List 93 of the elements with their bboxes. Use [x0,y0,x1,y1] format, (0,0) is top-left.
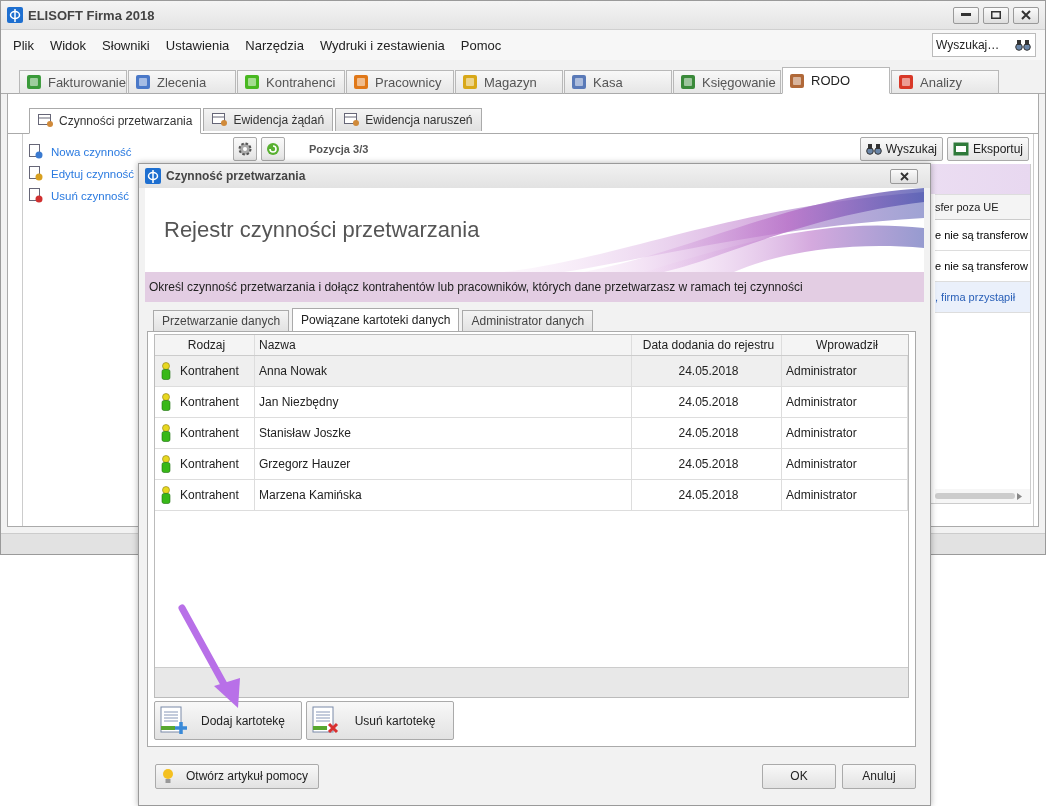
table-cell: Kontrahent [180,364,239,378]
sub-tab[interactable]: Czynności przetwarzania [29,108,202,134]
menu-item[interactable]: Plik [5,37,42,53]
module-tab[interactable]: Magazyn [455,70,563,94]
module-tab[interactable]: Zlecenia [128,70,236,94]
app-logo-icon [7,7,23,23]
menu-item[interactable]: Słowniki [94,37,158,53]
module-tab[interactable]: Księgowanie [673,70,781,94]
menu-item[interactable]: Ustawienia [157,37,238,53]
search-button[interactable]: Wyszukaj [859,137,943,161]
instruction-text: Określ czynność przetwarzania i dołącz kontrahentów lub pracowników, których dane przetwarzasz w ramach tej czynności [145,272,924,302]
table-cell: 24.05.2018 [632,418,782,448]
menu-item[interactable]: Pomoc [452,37,510,53]
table-cell: e nie są transferow [935,220,1030,251]
table-cell: Jan Niezbędny [255,387,632,417]
table-cell: 24.05.2018 [632,480,782,510]
column-header: Nazwa [255,335,632,355]
table-cell: Administrator [782,387,908,417]
menu-item[interactable]: Widok [41,37,95,53]
table-cell: Administrator [782,356,908,386]
dialog-heading: Rejestr czynności przetwarzania [163,217,480,243]
settings-button[interactable] [233,137,257,161]
app-logo-icon [145,168,161,184]
add-document-icon [159,705,189,736]
export-button[interactable]: Eksportuj [946,137,1029,161]
table-cell: 24.05.2018 [632,356,782,386]
scroll-right-icon [1017,492,1022,500]
column-header: Rodzaj [155,335,255,355]
add-record-button[interactable]: Dodaj kartotekę [154,701,302,740]
table-row[interactable]: Kontrahent Anna Nowak 24.05.2018 Administrator [155,356,908,387]
table-cell: Administrator [782,418,908,448]
column-header: sfer poza UE [935,194,1030,220]
close-icon [899,171,909,181]
table-cell: Administrator [782,449,908,479]
maximize-button[interactable] [983,6,1009,24]
table-cell: Grzegorz Hauzer [255,449,632,479]
dialog-tab[interactable]: Administrator danych [462,310,594,331]
sub-tab[interactable]: Ewidencja naruszeń [335,108,482,131]
maximize-icon [991,11,1001,19]
horizontal-scrollbar[interactable] [935,489,1030,503]
minimize-icon [961,13,971,17]
dialog-title: Czynność przetwarzania [166,169,306,183]
add-document-icon [29,144,43,159]
close-button[interactable] [1013,6,1039,24]
column-header: Data dodania do rejestru [632,335,782,355]
help-article-button[interactable]: Otwórz artykuł pomocy [155,763,319,789]
table-cell: Stanisław Joszke [255,418,632,448]
ok-button[interactable]: OK [762,763,836,789]
menu-item[interactable]: Narzędzia [237,37,312,53]
table-row[interactable]: Kontrahent Jan Niezbędny 24.05.2018 Administrator [155,387,908,418]
binoculars-icon [865,143,882,155]
lightbulb-icon [162,768,174,784]
close-icon [1021,10,1031,20]
binoculars-icon [1015,39,1031,51]
table-cell: Anna Nowak [255,356,632,386]
module-tab[interactable]: Kasa [564,70,672,94]
table-cell: Administrator [782,480,908,510]
delete-document-icon [311,705,341,736]
table-row[interactable]: Kontrahent Marzena Kamińska 24.05.2018 Administrator [155,480,908,511]
window-title: ELISOFT Firma 2018 [28,7,155,23]
table-icon [38,114,54,128]
table-cell: 24.05.2018 [632,387,782,417]
position-counter: Pozycja 3/3 [309,143,369,155]
module-tab[interactable]: Fakturowanie [19,70,127,94]
minimize-button[interactable] [953,6,979,24]
gear-icon [237,141,253,157]
table-row[interactable]: Kontrahent Stanisław Joszke 24.05.2018 Administrator [155,418,908,449]
spreadsheet-icon [952,142,969,156]
search-field[interactable]: Wyszukaj… [932,33,1036,57]
table-cell: Kontrahent [180,457,239,471]
table-cell: 24.05.2018 [632,449,782,479]
remove-record-button[interactable]: Usuń kartotekę [306,701,454,740]
module-tab[interactable]: Kontrahenci [237,70,345,94]
table-cell: , firma przystąpił [935,282,1030,313]
action-link[interactable]: Usuń czynność [29,188,219,203]
module-tab[interactable]: Analizy [891,70,999,94]
dialog-tab[interactable]: Powiązane kartoteki danych [292,308,460,331]
module-tab[interactable]: Pracownicy [346,70,454,94]
table-cell: Kontrahent [180,426,239,440]
menu-item[interactable]: Wydruki i zestawienia [311,37,453,53]
close-button[interactable] [890,168,918,184]
table-cell: Marzena Kamińska [255,480,632,510]
sub-tab[interactable]: Ewidencja żądań [203,108,334,131]
dialog-tab[interactable]: Przetwarzanie danych [153,310,290,331]
module-tab[interactable]: RODO [782,67,890,94]
delete-document-icon [29,188,43,203]
cancel-button[interactable]: Anuluj [842,763,916,789]
action-link[interactable]: Nowa czynność [29,144,219,159]
refresh-icon [265,141,281,157]
table-row[interactable]: Kontrahent Grzegorz Hauzer 24.05.2018 Administrator [155,449,908,480]
table-cell: Kontrahent [180,488,239,502]
table-cell: Kontrahent [180,395,239,409]
column-header: Wprowadził [815,337,879,354]
